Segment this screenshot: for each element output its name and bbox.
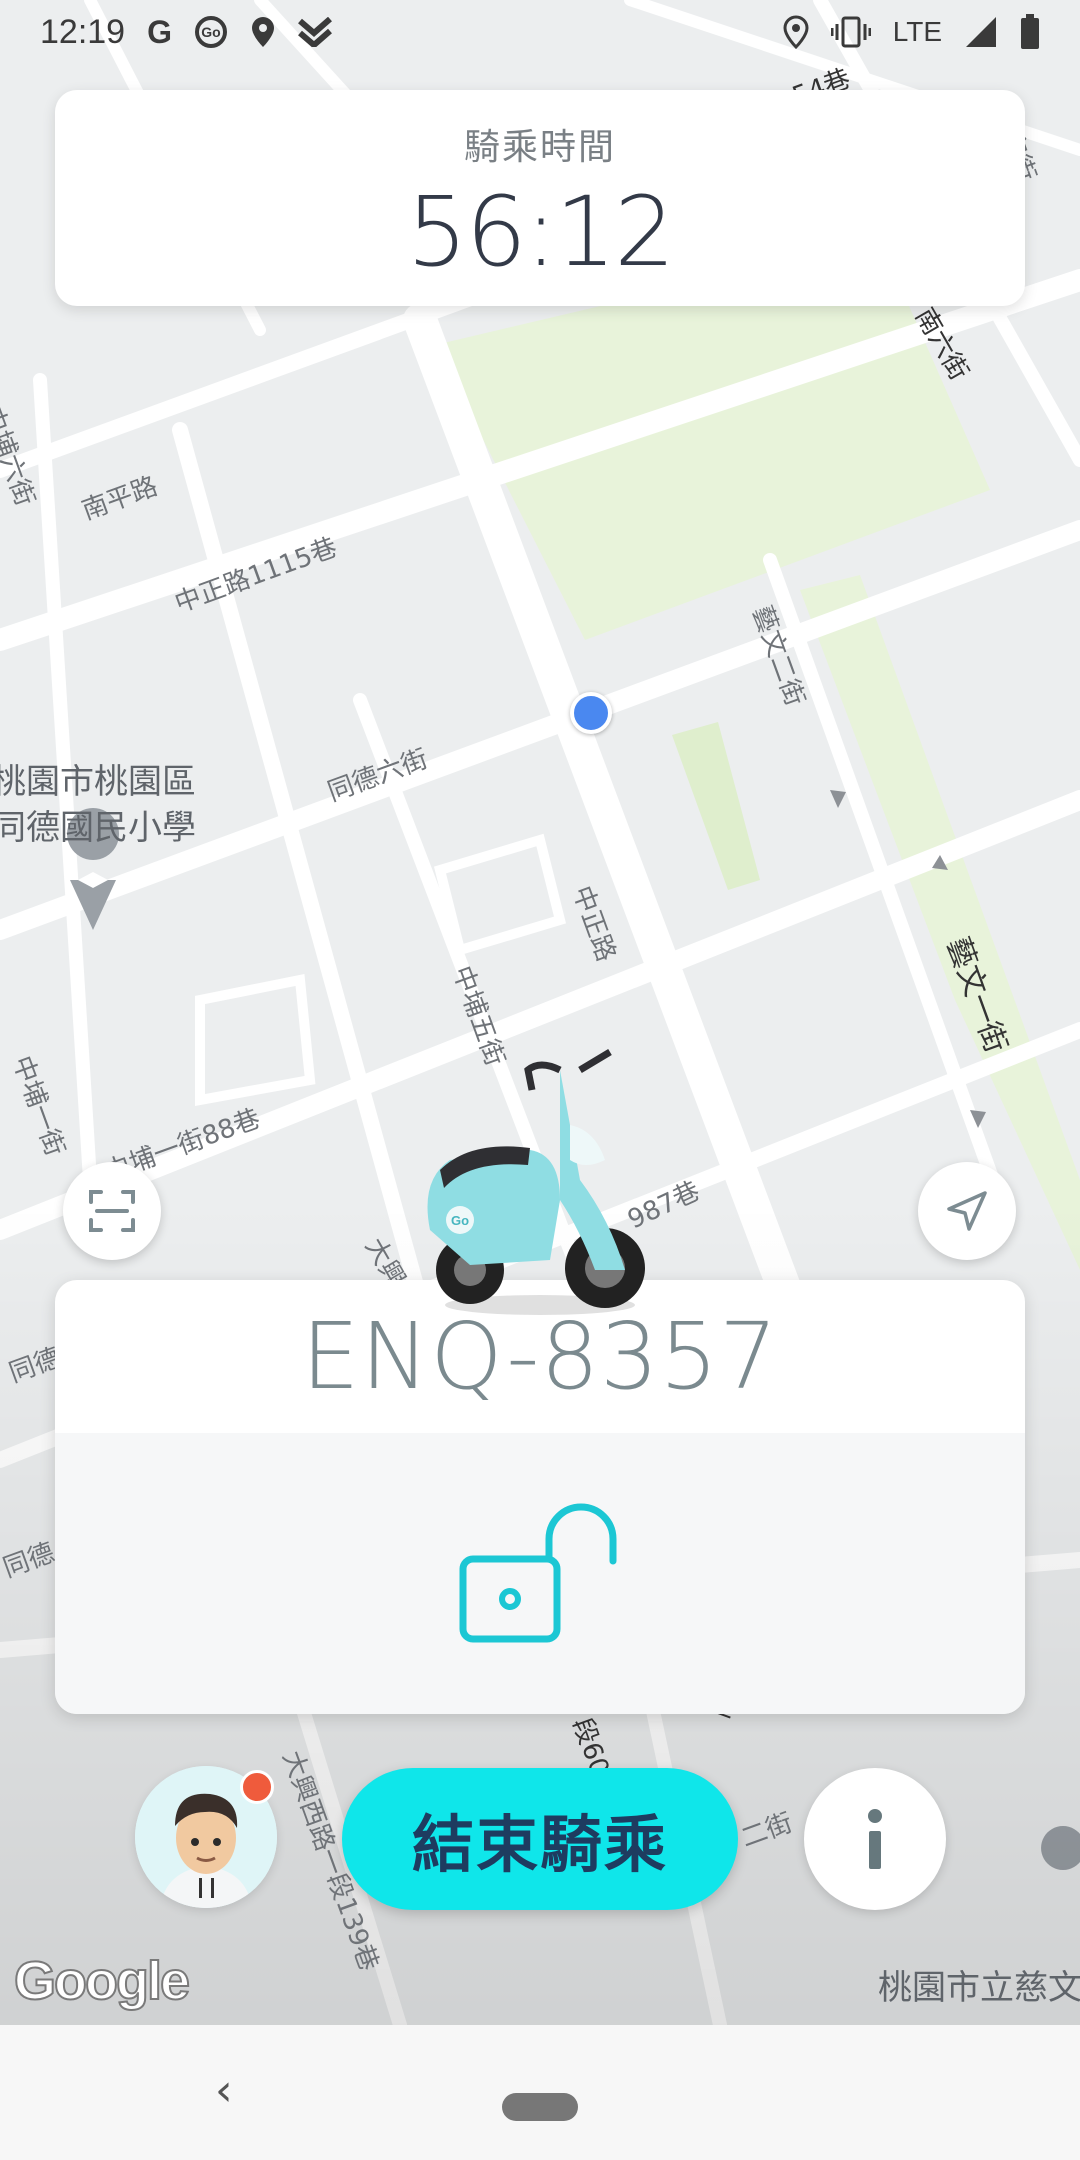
scooter-image: Go	[427, 1048, 645, 1315]
google-icon: G	[147, 13, 172, 50]
info-icon	[868, 1809, 882, 1869]
vehicle-card: ENQ-8357	[55, 1280, 1025, 1714]
scan-icon	[89, 1190, 135, 1232]
status-time: 12:19	[40, 12, 126, 51]
location-icon	[783, 15, 809, 49]
navigation-bar: ‹	[0, 2025, 1080, 2160]
gogoro-icon: Go	[194, 16, 227, 48]
ride-time-label: 騎乘時間	[463, 127, 616, 168]
battery-icon	[1021, 14, 1039, 49]
fit-icon	[298, 17, 332, 47]
info-button[interactable]	[804, 1768, 946, 1910]
signal-icon	[966, 17, 996, 47]
locate-button[interactable]	[918, 1162, 1016, 1260]
navigation-arrow-icon	[947, 1191, 987, 1231]
map-label: 同德國民小學	[0, 808, 196, 848]
home-pill-icon[interactable]	[502, 2093, 578, 2121]
svg-text:Go: Go	[201, 24, 220, 40]
google-attribution: Google	[13, 1950, 191, 2012]
current-location-dot	[570, 692, 612, 734]
svg-text:Go: Go	[451, 1213, 469, 1228]
map-label: 桃園市立慈文	[878, 1968, 1080, 2008]
vibrate-icon	[830, 16, 871, 48]
ride-time-card: 騎乘時間 56:12	[55, 90, 1025, 306]
network-type: LTE	[892, 16, 942, 47]
unlocked-padlock-icon	[459, 1503, 617, 1642]
ride-time-value: 56:12	[406, 176, 676, 288]
notification-dot	[240, 1770, 274, 1804]
back-chevron-icon[interactable]: ‹	[215, 2065, 233, 2116]
location-icon	[251, 17, 274, 47]
end-ride-button[interactable]: 結束騎乘	[342, 1768, 738, 1910]
unlock-button[interactable]	[55, 1433, 1025, 1714]
scan-button[interactable]	[63, 1162, 161, 1260]
status-bar: 12:19 G Go LTE	[0, 0, 1080, 64]
map-label: 桃園市桃園區	[0, 762, 196, 802]
